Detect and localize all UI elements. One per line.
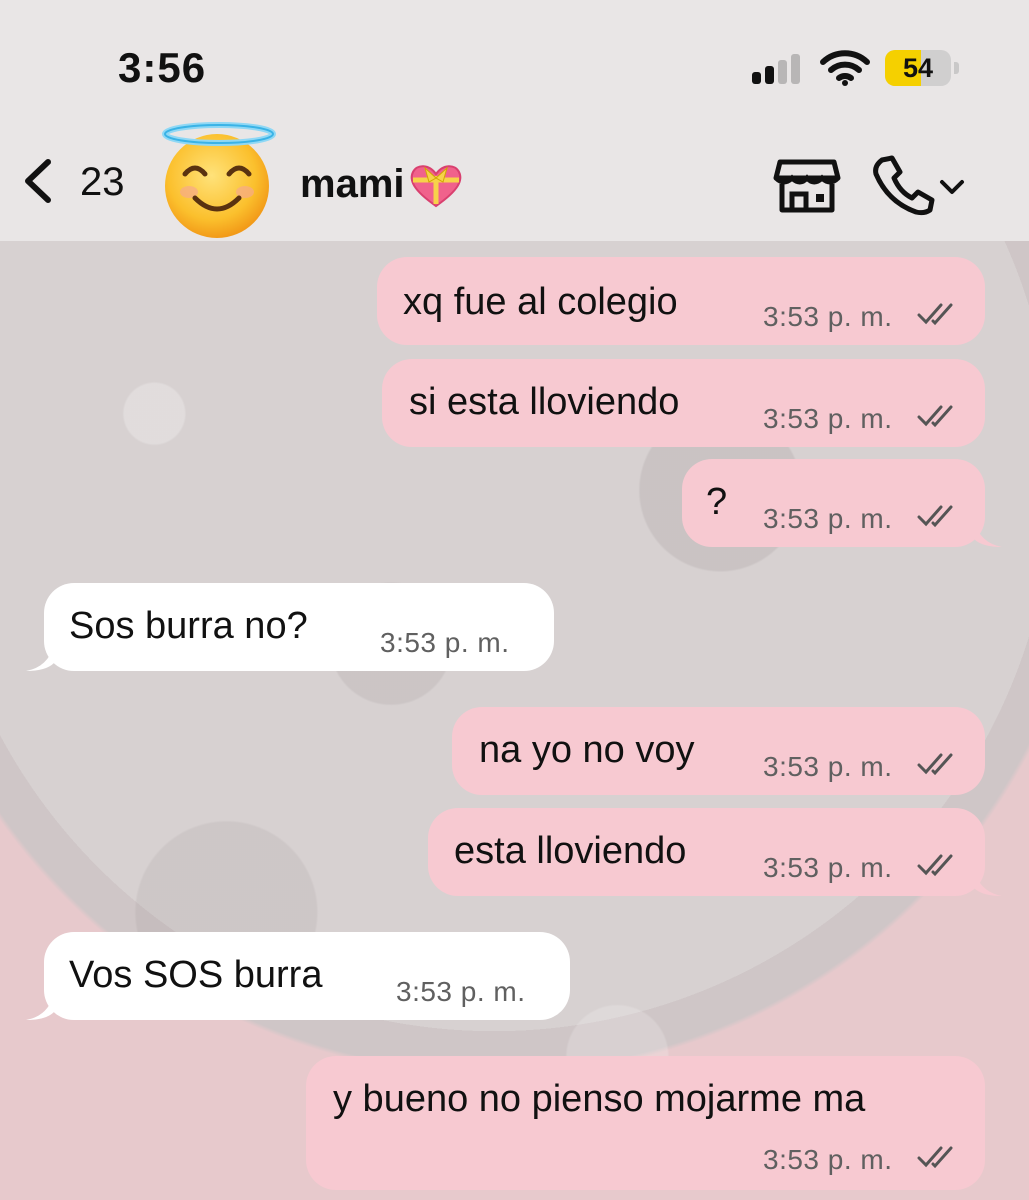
message-text: ? (706, 481, 728, 523)
bubble-tail (26, 645, 54, 671)
message-text: si esta lloviendo (409, 381, 680, 423)
message-bubble-outgoing[interactable]: xq fue al colegio 3:53 p. m. (377, 257, 985, 345)
message-list[interactable]: xq fue al colegio 3:53 p. m. si esta llo… (0, 241, 1029, 1200)
bubble-tail (26, 994, 54, 1020)
contact-name[interactable]: mami (300, 162, 405, 207)
read-ticks-icon (917, 505, 953, 528)
message-time: 3:53 p. m. (763, 301, 893, 332)
message-text: esta lloviendo (454, 830, 687, 872)
back-button[interactable]: 23 (18, 150, 138, 210)
back-chevron-icon (25, 159, 51, 203)
message-time: 3:53 p. m. (763, 503, 893, 534)
message-time: 3:53 p. m. (763, 1144, 893, 1175)
message-bubble-outgoing[interactable]: esta lloviendo 3:53 p. m. (428, 808, 985, 896)
message-time: 3:53 p. m. (763, 751, 893, 782)
message-time: 3:53 p. m. (380, 627, 510, 658)
message-time: 3:53 p. m. (763, 403, 893, 434)
read-ticks-icon (917, 1146, 953, 1169)
read-ticks-icon (917, 854, 953, 877)
status-bar: 3:56 54 (0, 0, 1029, 110)
message-text: Sos burra no? (69, 605, 308, 647)
heart-ribbon-icon (410, 165, 462, 208)
chat-header: 23 mami (0, 110, 1029, 241)
message-time: 3:53 p. m. (396, 976, 526, 1007)
read-ticks-icon (917, 405, 953, 428)
message-text: xq fue al colegio (403, 281, 678, 323)
battery-tip (954, 62, 959, 74)
store-icon[interactable] (772, 154, 842, 214)
avatar-smiling-halo-icon[interactable] (155, 116, 283, 240)
message-bubble-incoming[interactable]: Vos SOS burra 3:53 p. m. (44, 932, 570, 1020)
read-ticks-icon (917, 303, 953, 326)
message-bubble-outgoing[interactable]: ? 3:53 p. m. (682, 459, 985, 547)
chevron-down-icon (940, 180, 964, 194)
status-time: 3:56 (118, 44, 207, 91)
message-bubble-outgoing[interactable]: na yo no voy 3:53 p. m. (452, 707, 985, 795)
wifi-icon (820, 50, 870, 86)
message-text: Vos SOS burra (69, 954, 323, 996)
message-text: y bueno no pienso mojarme ma (333, 1078, 866, 1120)
phone-icon[interactable] (868, 152, 968, 216)
signal-icon (752, 54, 802, 84)
read-ticks-icon (917, 753, 953, 776)
message-bubble-outgoing[interactable]: si esta lloviendo 3:53 p. m. (382, 359, 985, 447)
message-bubble-outgoing[interactable]: y bueno no pienso mojarme ma 3:53 p. m. (306, 1056, 985, 1190)
unread-count: 23 (80, 160, 125, 204)
bubble-tail (974, 870, 1002, 896)
message-time: 3:53 p. m. (763, 852, 893, 883)
message-bubble-incoming[interactable]: Sos burra no? 3:53 p. m. (44, 583, 554, 671)
battery-icon: 54 (885, 50, 951, 86)
battery-percent: 54 (902, 53, 934, 83)
message-text: na yo no voy (479, 729, 695, 771)
bubble-tail (974, 521, 1002, 547)
